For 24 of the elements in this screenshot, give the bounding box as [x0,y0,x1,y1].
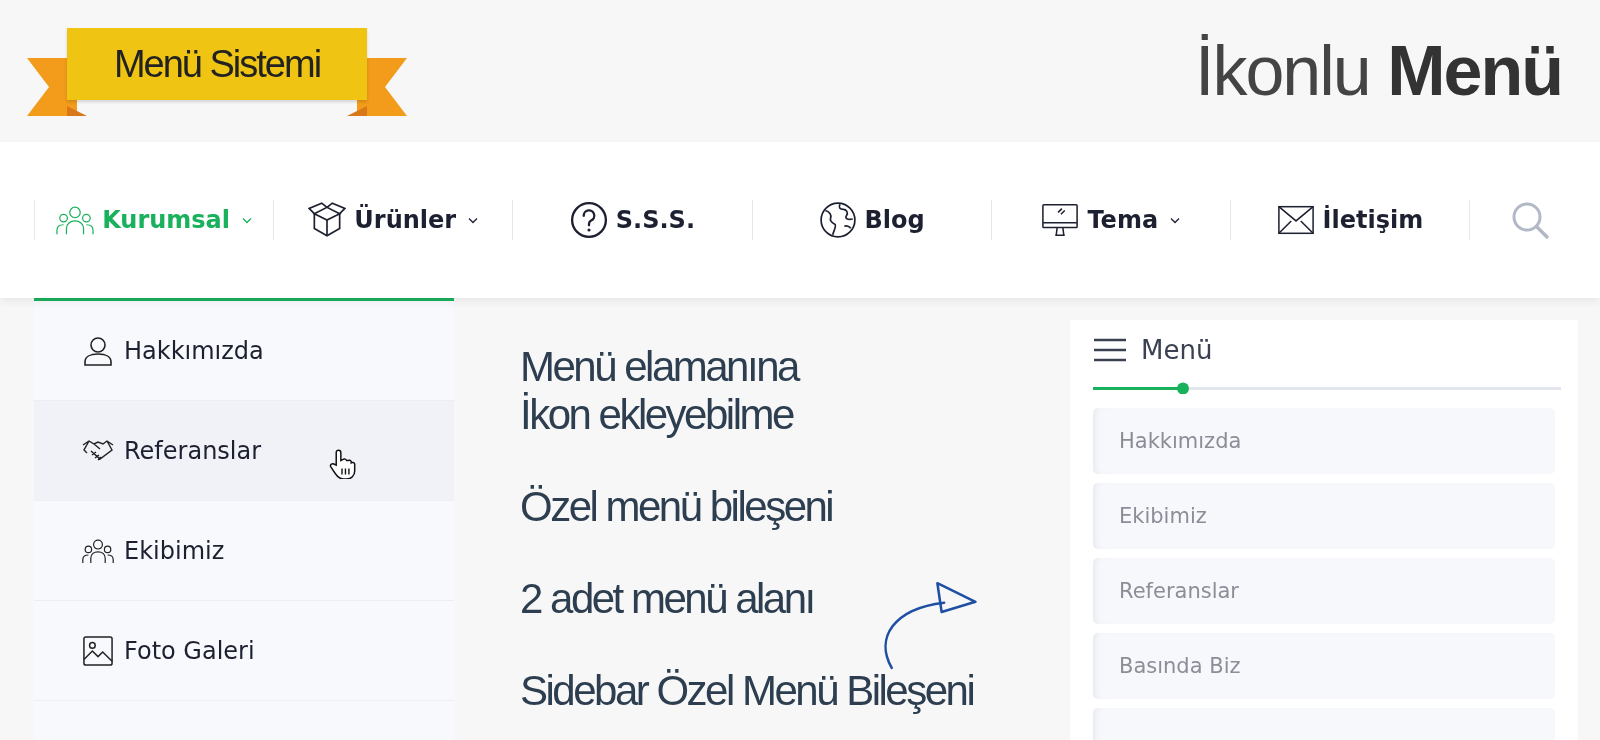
feature-text: Özel menü bileşeni [520,483,834,531]
hand-cursor-icon [328,449,356,479]
menu-icon[interactable] [1093,338,1127,362]
site-title: İkonlu Menü [1195,31,1562,111]
help-icon [569,201,608,239]
nav-item[interactable]: Tema [991,201,1230,239]
nav-item[interactable]: S.S.S. [513,201,752,239]
image-icon [82,635,114,666]
nav-item[interactable]: İletişim [1230,201,1470,239]
feature-text: Sidebar Özel Menü Bileşeni [520,667,975,715]
feature-text: 2 adet menü alanı [520,575,815,623]
sidebar-title: Menü [1141,335,1213,365]
search-icon[interactable] [1510,200,1551,240]
person-icon [82,335,114,366]
ribbon-label: Menü Sistemi [67,28,367,100]
dropdown-item[interactable]: Foto Galeri [34,601,454,701]
monitor-icon [1041,201,1080,239]
dropdown-item[interactable]: Referanslar [34,401,454,501]
dropdown-item[interactable]: Ekibimiz [34,501,454,601]
globe-icon [818,201,857,239]
nav-item[interactable]: Blog [752,201,991,239]
nav-item[interactable]: Ürünler [274,201,513,239]
feature-text: Menü elamanına İkon ekleyebilme [520,343,800,439]
box-icon [308,201,347,239]
